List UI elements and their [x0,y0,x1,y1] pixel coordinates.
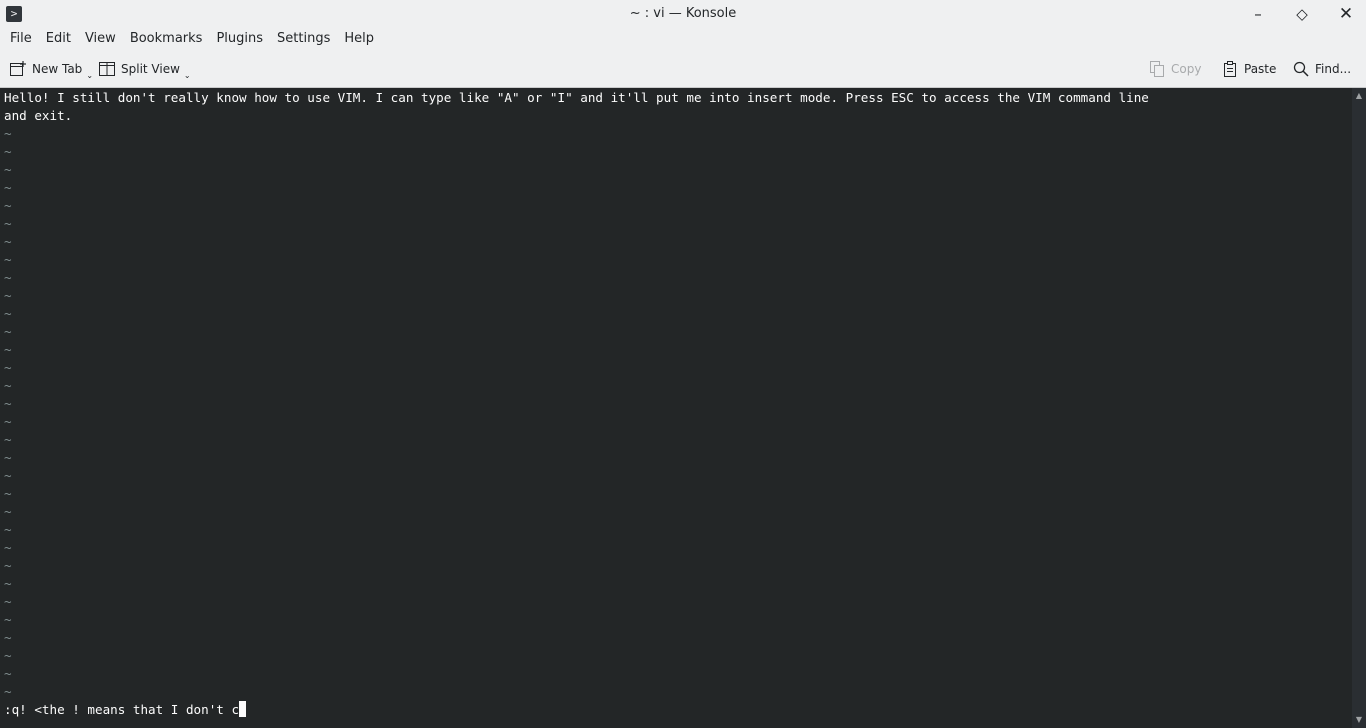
split-view-label: Split View [121,62,180,76]
scroll-down-icon[interactable]: ▼ [1352,714,1366,726]
maximize-icon[interactable]: ◇ [1290,2,1314,26]
konsole-window: > ~ : vi — Konsole – ◇ ✕ File Edit View … [0,0,1366,728]
menu-help[interactable]: Help [337,28,381,50]
empty-line-marker: ~ [4,252,12,267]
text-cursor [239,701,247,717]
empty-line-marker: ~ [4,450,12,465]
copy-button[interactable]: Copy [1148,57,1201,81]
empty-line-marker: ~ [4,540,12,555]
empty-line-marker: ~ [4,396,12,411]
terminal-view[interactable]: Hello! I still don't really know how to … [0,88,1352,728]
split-view-button[interactable]: Split View ⌄ [98,57,191,81]
menu-plugins[interactable]: Plugins [209,28,270,50]
empty-line-marker: ~ [4,630,12,645]
scroll-up-icon[interactable]: ▲ [1352,90,1366,102]
command-line-text: :q! <the ! means that I don't c [4,702,240,717]
empty-line-marker: ~ [4,198,12,213]
new-tab-icon [10,61,26,76]
paste-icon [1224,61,1236,77]
empty-line-marker: ~ [4,342,12,357]
empty-line-marker: ~ [4,324,12,339]
find-button[interactable]: Find... [1292,57,1351,81]
new-tab-button[interactable]: New Tab ⌄ [9,57,93,81]
empty-line-marker: ~ [4,558,12,573]
buffer-line: Hello! I still don't really know how to … [4,90,1149,105]
empty-line-marker: ~ [4,378,12,393]
copy-label: Copy [1171,62,1202,76]
menu-bar: File Edit View Bookmarks Plugins Setting… [0,28,1366,50]
empty-line-marker: ~ [4,126,12,141]
menu-bookmarks[interactable]: Bookmarks [123,28,210,50]
window-title: ~ : vi — Konsole [629,6,737,21]
empty-line-marker: ~ [4,360,12,375]
find-label: Find... [1315,62,1352,76]
paste-button[interactable]: Paste [1221,57,1276,81]
empty-line-marker: ~ [4,216,12,231]
minimize-icon[interactable]: – [1246,2,1270,26]
empty-line-marker: ~ [4,468,12,483]
copy-icon [1150,61,1164,77]
empty-line-marker: ~ [4,414,12,429]
empty-line-marker: ~ [4,504,12,519]
paste-label: Paste [1244,62,1277,76]
chevron-down-icon[interactable]: ⌄ [184,71,191,80]
empty-line-marker: ~ [4,234,12,249]
buffer-line: and exit. [4,108,73,123]
empty-line-marker: ~ [4,270,12,285]
new-tab-label: New Tab [32,62,83,76]
menu-settings[interactable]: Settings [270,28,337,50]
empty-line-marker: ~ [4,144,12,159]
empty-line-marker: ~ [4,288,12,303]
chevron-down-icon[interactable]: ⌄ [86,71,93,80]
close-icon[interactable]: ✕ [1334,2,1358,26]
menu-edit[interactable]: Edit [39,28,78,50]
vertical-scrollbar[interactable]: ▲ ▼ [1352,88,1366,728]
empty-line-marker: ~ [4,576,12,591]
menu-file[interactable]: File [0,28,39,50]
empty-line-marker: ~ [4,486,12,501]
empty-line-marker: ~ [4,162,12,177]
empty-line-marker: ~ [4,432,12,447]
empty-line-marker: ~ [4,684,12,699]
menu-view[interactable]: View [78,28,123,50]
empty-line-marker: ~ [4,648,12,663]
empty-line-marker: ~ [4,594,12,609]
empty-line-marker: ~ [4,612,12,627]
empty-line-marker: ~ [4,522,12,537]
command-line[interactable]: :q! <the ! means that I don't c [4,701,247,719]
title-bar: > ~ : vi — Konsole – ◇ ✕ [0,0,1366,28]
empty-line-marker: ~ [4,666,12,681]
empty-line-marker: ~ [4,306,12,321]
split-view-icon [99,62,115,76]
empty-line-marker: ~ [4,180,12,195]
toolbar: New Tab ⌄ Split View ⌄ Copy Paste Find..… [0,50,1366,88]
search-icon [1293,61,1309,77]
